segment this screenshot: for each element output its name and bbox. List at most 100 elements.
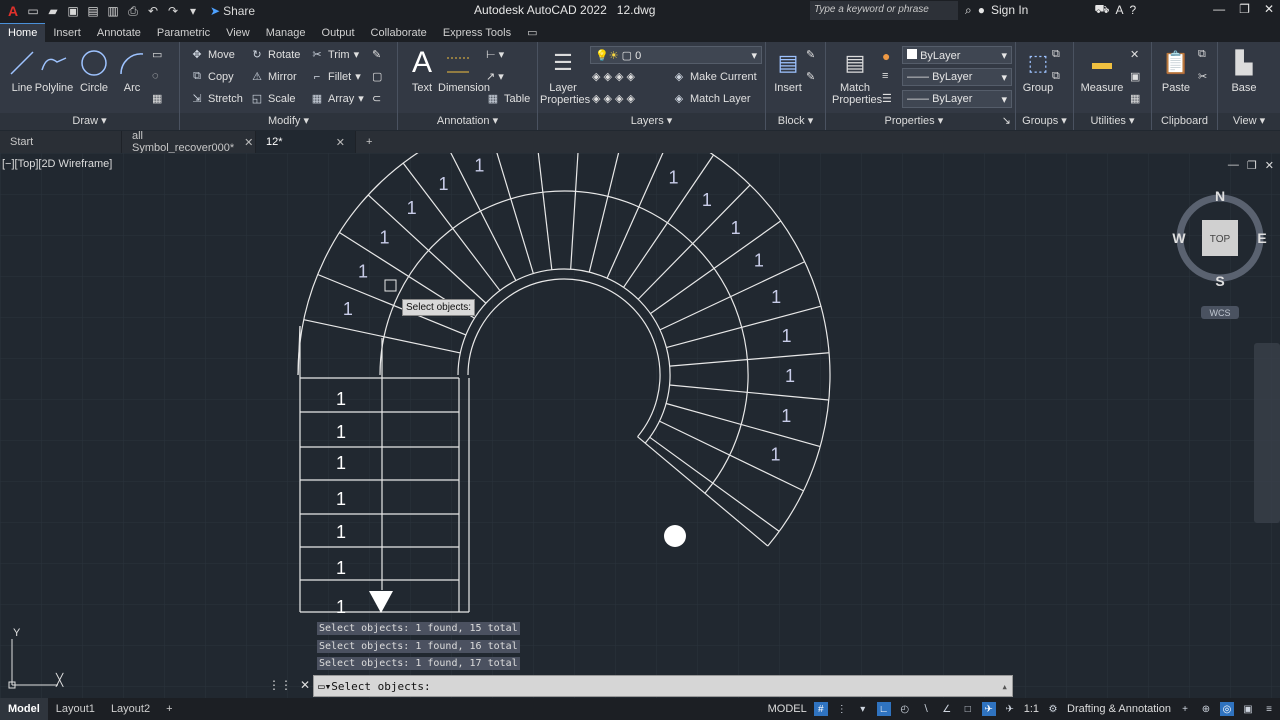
- copy-clip-icon[interactable]: ⧉: [1198, 48, 1206, 61]
- move-button[interactable]: ✥ Move: [190, 48, 235, 62]
- copy-button[interactable]: ⧉ Copy: [190, 70, 234, 83]
- properties-panel-title[interactable]: Properties ▾ ↘: [826, 113, 1015, 130]
- measure-button[interactable]: ▬ Measure: [1078, 44, 1126, 95]
- web-mobile-icon[interactable]: ▥: [104, 3, 122, 19]
- compass-s[interactable]: S: [1215, 273, 1224, 289]
- redo-icon[interactable]: ↷: [164, 3, 182, 19]
- block-panel-title[interactable]: Block ▾: [766, 113, 825, 130]
- isolate-icon[interactable]: ◎: [1220, 702, 1234, 716]
- plus-icon[interactable]: +: [1178, 702, 1192, 716]
- draw-panel-title[interactable]: Draw ▾: [0, 113, 179, 130]
- tab-home[interactable]: Home: [0, 23, 46, 42]
- ribbon-options-icon[interactable]: ▭: [519, 23, 545, 42]
- customize-dropdown-icon[interactable]: ▾: [184, 3, 202, 19]
- close-icon[interactable]: ✕: [1264, 2, 1274, 16]
- stretch-button[interactable]: ⇲ Stretch: [190, 92, 242, 106]
- doc-tab-12[interactable]: 12* ✕: [256, 131, 356, 153]
- cart-icon[interactable]: ⛟: [1094, 2, 1109, 18]
- base-button[interactable]: ▙ Base: [1222, 44, 1266, 94]
- units-icon[interactable]: ⊕: [1199, 702, 1213, 716]
- quick-select-icon[interactable]: ✕: [1130, 48, 1139, 61]
- modify-panel-title[interactable]: Modify ▾: [180, 113, 397, 130]
- restore-viewport-icon[interactable]: ❐: [1247, 159, 1257, 172]
- layer-tools-2-icon[interactable]: ◈ ◈ ◈ ◈: [592, 92, 635, 105]
- undo-icon[interactable]: ↶: [144, 3, 162, 19]
- arc-button[interactable]: Arc: [110, 44, 154, 94]
- match-properties-button[interactable]: ▤ Match Properties: [832, 44, 882, 106]
- tab-layout1[interactable]: Layout1: [48, 698, 103, 720]
- rectangle-icon[interactable]: ▭: [152, 48, 162, 61]
- customize-status-icon[interactable]: ≡: [1262, 702, 1276, 716]
- compass-w[interactable]: W: [1172, 230, 1186, 246]
- table-button[interactable]: ▦ Table: [486, 92, 531, 106]
- tab-layout2[interactable]: Layout2: [103, 698, 158, 720]
- minimize-icon[interactable]: —: [1213, 2, 1225, 16]
- tab-annotate[interactable]: Annotate: [89, 24, 149, 42]
- plot-icon[interactable]: ⎙: [124, 3, 142, 19]
- workspace-switcher[interactable]: Drafting & Annotation: [1067, 703, 1171, 715]
- clean-screen-icon[interactable]: ▣: [1241, 702, 1255, 716]
- search-icon[interactable]: ⌕: [965, 3, 972, 18]
- leader-icon[interactable]: ↗ ▾: [486, 70, 504, 83]
- linetype-dropdown[interactable]: —— ByLayer ▾: [902, 68, 1012, 86]
- polar-icon[interactable]: ◴: [898, 702, 912, 716]
- auto-scale-icon[interactable]: ✈: [1003, 702, 1017, 716]
- tab-view[interactable]: View: [218, 24, 258, 42]
- utilities-panel-title[interactable]: Utilities ▾: [1074, 113, 1151, 130]
- close-tab-icon[interactable]: ✕: [244, 136, 253, 149]
- new-tab-button[interactable]: +: [356, 131, 382, 153]
- erase-icon[interactable]: ✎: [372, 48, 381, 61]
- tab-parametric[interactable]: Parametric: [149, 24, 218, 42]
- make-current-button[interactable]: ◈ Make Current: [672, 70, 757, 84]
- mirror-button[interactable]: ⚠ Mirror: [250, 70, 297, 84]
- viewport-controls-label[interactable]: [−][Top][2D Wireframe]: [2, 158, 112, 170]
- edit-block-icon[interactable]: ✎: [806, 70, 815, 83]
- doc-tab-start[interactable]: Start: [0, 131, 122, 153]
- object-snap-icon[interactable]: □: [961, 702, 975, 716]
- workspace-gear-icon[interactable]: ⚙: [1046, 702, 1060, 716]
- grip-handle-icon[interactable]: ⋮⋮: [268, 678, 292, 692]
- drawing-viewport[interactable]: 1111111111111111111111 [−][Top][2D Wiref…: [0, 153, 1280, 698]
- explode-icon[interactable]: ▢: [372, 70, 382, 83]
- tab-express-tools[interactable]: Express Tools: [435, 24, 519, 42]
- tab-insert[interactable]: Insert: [45, 24, 89, 42]
- color-dropdown[interactable]: ByLayer ▾: [902, 46, 1012, 64]
- help-icon[interactable]: ?: [1129, 3, 1136, 17]
- view-panel-title[interactable]: View ▾: [1218, 113, 1280, 130]
- grip-point[interactable]: [664, 525, 686, 547]
- new-icon[interactable]: ▭: [24, 3, 42, 19]
- groups-panel-title[interactable]: Groups ▾: [1016, 113, 1073, 130]
- layer-properties-button[interactable]: ☰ Layer Properties: [540, 44, 590, 106]
- layers-panel-title[interactable]: Layers ▾: [538, 113, 765, 130]
- annotation-scale[interactable]: 1:1: [1024, 703, 1039, 715]
- doc-tab-symbol-recover[interactable]: all Symbol_recover000* ✕: [122, 130, 256, 154]
- dropdown-icon[interactable]: ▾: [856, 702, 870, 716]
- paste-button[interactable]: 📋 Paste: [1154, 44, 1198, 94]
- search-input[interactable]: Type a keyword or phrase: [810, 1, 958, 20]
- annotation-panel-title[interactable]: Annotation ▾: [398, 113, 537, 130]
- autocad-logo-icon[interactable]: A: [4, 3, 22, 19]
- model-space-button[interactable]: MODEL: [768, 703, 807, 715]
- clipboard-panel-title[interactable]: Clipboard: [1152, 113, 1217, 130]
- compass-e[interactable]: E: [1257, 230, 1266, 246]
- save-icon[interactable]: ▣: [64, 3, 82, 19]
- create-block-icon[interactable]: ✎: [806, 48, 815, 61]
- object-snap-tracking-icon[interactable]: ∠: [940, 702, 954, 716]
- array-button[interactable]: ▦ Array ▾: [310, 92, 364, 106]
- lineweight-dropdown[interactable]: —— ByLayer ▾: [902, 90, 1012, 108]
- restore-icon[interactable]: ❐: [1239, 2, 1250, 16]
- calculator-icon[interactable]: ▦: [1130, 92, 1140, 105]
- minimize-viewport-icon[interactable]: —: [1228, 159, 1239, 172]
- command-line-input[interactable]: ▭▾ Select objects: ▴: [313, 675, 1013, 697]
- layer-dropdown[interactable]: 💡☀ ▢ 0 ▾: [590, 46, 762, 64]
- dimension-button[interactable]: Dimension: [438, 44, 490, 94]
- navigation-bar[interactable]: [1254, 343, 1280, 523]
- open-icon[interactable]: ▰: [44, 3, 62, 19]
- isodraft-icon[interactable]: ∖: [919, 702, 933, 716]
- wcs-menu[interactable]: WCS: [1210, 308, 1231, 318]
- grid-icon[interactable]: #: [813, 702, 828, 716]
- annotation-visibility-icon[interactable]: ✈: [981, 702, 996, 716]
- match-layer-button[interactable]: ◈ Match Layer: [672, 92, 751, 106]
- scale-button[interactable]: ◱ Scale: [250, 92, 296, 106]
- viewcube[interactable]: TOP N S E W WCS: [1170, 185, 1270, 325]
